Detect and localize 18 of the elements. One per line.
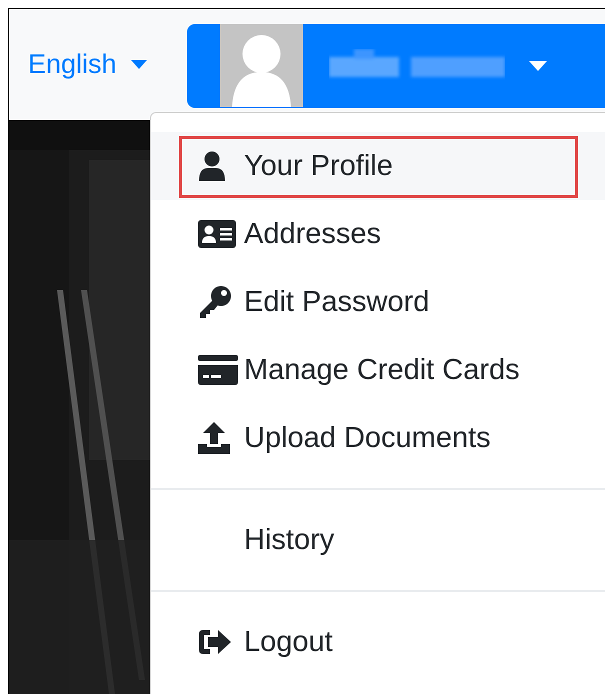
id-card-icon xyxy=(198,220,236,248)
avatar-icon xyxy=(220,24,303,107)
menu-item[interactable]: History xyxy=(151,506,605,574)
menu-item[interactable]: Manage Credit Cards xyxy=(151,336,605,404)
menu-item[interactable]: Upload Documents xyxy=(151,404,605,472)
menu-item[interactable]: Your Profile xyxy=(151,132,605,200)
caret-icon xyxy=(528,60,547,70)
user-menu-button[interactable] xyxy=(186,24,605,108)
menu-item[interactable]: Addresses xyxy=(151,200,605,268)
person-icon xyxy=(198,151,226,181)
credit-card-icon xyxy=(198,355,238,385)
logout-icon xyxy=(198,628,232,656)
upload-icon xyxy=(198,422,230,454)
caret-icon xyxy=(130,60,147,69)
key-icon xyxy=(198,285,232,319)
language-dropdown[interactable]: English xyxy=(28,49,147,80)
menu-item[interactable]: Logout xyxy=(151,608,605,676)
menu-item[interactable]: Edit Password xyxy=(151,268,605,336)
